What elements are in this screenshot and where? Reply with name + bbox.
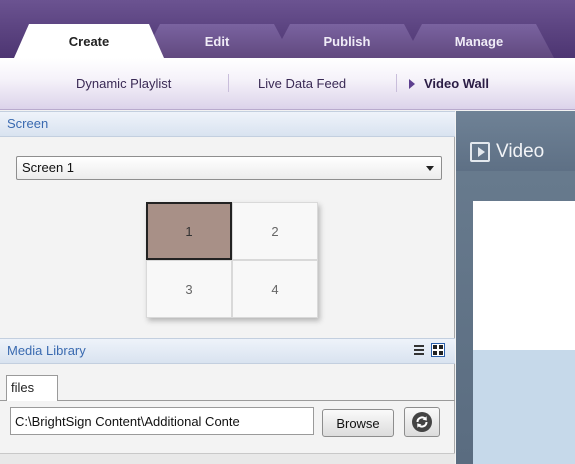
screen-grid: 1 2 3 4 <box>146 202 318 318</box>
list-view-icon[interactable] <box>414 343 428 357</box>
screen-cell-2[interactable]: 2 <box>232 202 318 260</box>
tab-create-label: Create <box>68 33 110 49</box>
main-tab-bar: Manage Publish Edit Create <box>0 0 575 58</box>
tab-files[interactable]: files <box>6 375 58 401</box>
active-indicator-icon <box>409 79 415 89</box>
path-input[interactable] <box>10 407 314 435</box>
refresh-icon <box>412 412 432 432</box>
media-library-header: Media Library <box>0 338 455 364</box>
preview-title: Video <box>470 141 544 163</box>
refresh-button[interactable] <box>404 407 440 437</box>
preview-canvas[interactable] <box>473 201 575 350</box>
tab-manage-label: Manage <box>454 33 504 49</box>
preview-lower-area <box>473 350 575 464</box>
tab-publish[interactable]: Publish <box>272 24 422 58</box>
subnav-dynamic-playlist[interactable]: Dynamic Playlist <box>76 76 171 91</box>
preview-title-text: Video <box>496 141 545 162</box>
tab-edit-label: Edit <box>204 33 230 49</box>
preview-header: Video <box>456 111 575 171</box>
sub-navigation: Dynamic Playlist Live Data Feed Video Wa… <box>0 58 575 110</box>
screen-section-header: Screen <box>0 111 455 137</box>
subnav-video-wall[interactable]: Video Wall <box>424 76 489 91</box>
browse-button[interactable]: Browse <box>322 409 394 437</box>
screen-select[interactable]: Screen 1 <box>16 156 442 180</box>
subnav-divider <box>396 74 397 92</box>
screen-cell-4[interactable]: 4 <box>232 260 318 318</box>
screen-cell-1[interactable]: 1 <box>146 202 232 260</box>
play-icon <box>470 142 490 162</box>
tab-publish-label: Publish <box>323 33 371 49</box>
subnav-divider <box>228 74 229 92</box>
media-list-area <box>0 453 455 464</box>
tab-edit[interactable]: Edit <box>142 24 292 58</box>
app-window: Manage Publish Edit Create Dynamic Playl… <box>0 0 575 464</box>
screen-cell-3[interactable]: 3 <box>146 260 232 318</box>
screen-select-value: Screen 1 <box>22 160 75 175</box>
subnav-live-data-feed[interactable]: Live Data Feed <box>258 76 346 91</box>
tab-create[interactable]: Create <box>14 24 164 58</box>
tab-strip-divider <box>0 400 455 401</box>
left-panel: Screen Screen 1 1 2 3 4 Media Library fi… <box>0 111 455 464</box>
chevron-down-icon <box>426 166 434 171</box>
grid-view-icon[interactable] <box>431 343 445 357</box>
preview-panel: Video <box>456 111 575 464</box>
tab-manage[interactable]: Manage <box>404 24 554 58</box>
